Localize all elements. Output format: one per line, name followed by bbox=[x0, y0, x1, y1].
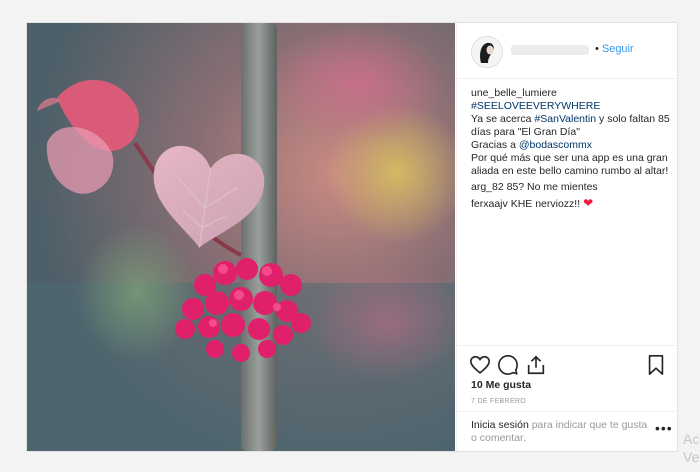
comment-text: KHE nerviozz!! bbox=[510, 198, 581, 210]
actions-bar bbox=[457, 345, 679, 382]
post-header: • Seguir bbox=[457, 23, 679, 79]
caption-body: Por qué más que ser una app es una gran … bbox=[471, 152, 669, 177]
watermark-line-1: Ac bbox=[683, 431, 700, 447]
comments-section: une_belle_lumiere #SEELOVEEVERYWHERE Ya … bbox=[471, 87, 675, 214]
instagram-post: • Seguir une_belle_lumiere #SEELOVEEVERYW… bbox=[26, 22, 679, 452]
more-options-button[interactable]: ••• bbox=[655, 420, 673, 436]
hashtag-link[interactable]: #SEELOVEEVERYWHERE bbox=[471, 100, 600, 112]
avatar-image bbox=[472, 37, 502, 67]
comment-username[interactable]: arg_82 bbox=[471, 181, 504, 193]
login-text: Inicia sesión para indicar que te gusta … bbox=[471, 419, 651, 445]
heart-outline-icon[interactable] bbox=[469, 354, 491, 381]
hashtag-link[interactable]: #SanValentin bbox=[534, 113, 596, 125]
likes-count[interactable]: 10 Me gusta bbox=[471, 379, 531, 391]
comment-icon[interactable] bbox=[497, 354, 519, 381]
follow-separator: • bbox=[595, 43, 599, 55]
watermark-line-2: Ve bbox=[683, 449, 700, 465]
post-sidebar: • Seguir une_belle_lumiere #SEELOVEEVERYW… bbox=[456, 23, 679, 451]
username-blurred bbox=[511, 45, 589, 55]
share-icon[interactable] bbox=[525, 354, 547, 381]
heart-emoji: ❤ bbox=[583, 196, 594, 210]
follow-label: Seguir bbox=[601, 43, 634, 55]
comment-item: ferxaajv KHE nerviozz!! ❤ bbox=[471, 197, 675, 211]
caption: une_belle_lumiere #SEELOVEEVERYWHERE Ya … bbox=[471, 87, 675, 178]
post-date: 7 DE FEBRERO bbox=[471, 398, 526, 405]
post-photo[interactable] bbox=[27, 23, 455, 451]
post-photo-image bbox=[27, 23, 455, 451]
caption-thanks: Gracias a bbox=[471, 139, 519, 151]
bookmark-icon[interactable] bbox=[646, 354, 666, 381]
activation-watermark: Ac Ve bbox=[683, 430, 699, 466]
login-prompt: Inicia sesión para indicar que te gusta … bbox=[457, 411, 679, 452]
comment-username[interactable]: ferxaajv bbox=[471, 198, 508, 210]
avatar[interactable] bbox=[471, 36, 503, 68]
follow-button[interactable]: • Seguir bbox=[595, 43, 634, 55]
caption-username[interactable]: une_belle_lumiere bbox=[471, 87, 557, 99]
login-link[interactable]: Inicia sesión bbox=[471, 419, 529, 431]
comment-text: 85? No me mientes bbox=[506, 181, 598, 193]
comment-item: arg_82 85? No me mientes bbox=[471, 181, 675, 194]
caption-text-a: Ya se acerca bbox=[471, 113, 535, 125]
mention-link[interactable]: @bodascommx bbox=[519, 139, 592, 151]
